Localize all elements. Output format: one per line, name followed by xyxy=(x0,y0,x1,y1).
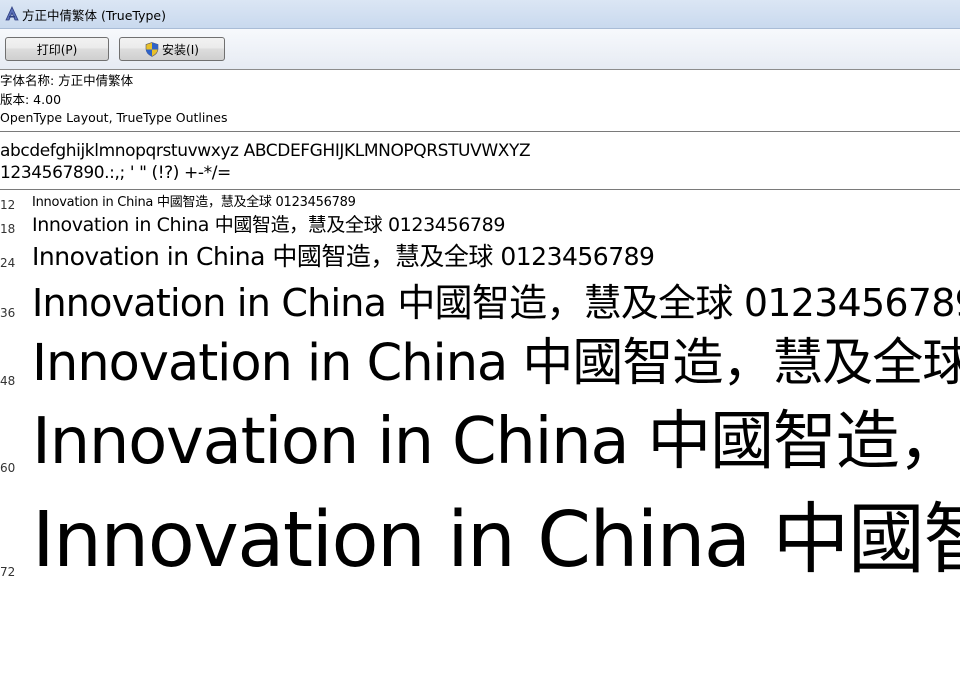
size-label: 48 xyxy=(0,374,16,388)
sample-row-24: 24 Innovation in China 中國智造，慧及全球 0123456… xyxy=(0,242,960,276)
sample-row-48: 48 Innovation in China 中國智造，慧及全球 0123456… xyxy=(0,334,960,396)
sample-text: Innovation in China 中國智造，慧及全球 0123456789 xyxy=(32,405,960,479)
title-bar: 方正中倩繁体 (TrueType) xyxy=(0,0,960,29)
sample-row-72: 72 Innovation in China 中國智造，慧及全球 0123456… xyxy=(0,494,960,590)
charset-digits-symbols: 1234567890.:,; ' " (!?) +-*/= xyxy=(0,163,231,183)
size-label: 72 xyxy=(0,565,16,579)
charset-letters: abcdefghijklmnopqrstuvwxyz ABCDEFGHIJKLM… xyxy=(0,141,531,161)
print-button[interactable]: 打印(P) xyxy=(5,37,109,61)
sample-row-12: 12 Innovation in China 中國智造，慧及全球 0123456… xyxy=(0,194,960,212)
install-button[interactable]: 安装(I) xyxy=(119,37,225,61)
size-label: 60 xyxy=(0,461,16,475)
print-button-label: 打印(P) xyxy=(36,42,78,57)
sample-row-18: 18 Innovation in China 中國智造，慧及全球 0123456… xyxy=(0,214,960,240)
sample-row-36: 36 Innovation in China 中國智造，慧及全球 0123456… xyxy=(0,280,960,328)
size-label: 36 xyxy=(0,306,16,320)
font-type-line: OpenType Layout, TrueType Outlines xyxy=(0,110,228,125)
sample-text: Innovation in China 中國智造，慧及全球 0123456789 xyxy=(32,496,960,585)
divider xyxy=(0,189,960,190)
sample-row-60: 60 Innovation in China 中國智造，慧及全球 0123456… xyxy=(0,404,960,484)
size-label: 18 xyxy=(0,222,16,236)
font-version-line: 版本: 4.00 xyxy=(0,91,62,107)
font-name-line: 字体名称: 方正中倩繁体 xyxy=(0,73,134,88)
toolbar: 打印(P) 安装(I) xyxy=(0,29,960,70)
size-label: 24 xyxy=(0,256,16,270)
size-label: 12 xyxy=(0,198,16,212)
sample-text: Innovation in China 中國智造，慧及全球 0123456789 xyxy=(32,334,960,393)
uac-shield-icon xyxy=(145,41,159,57)
font-info: 字体名称: 方正中倩繁体 版本: 4.00 OpenType Layout, T… xyxy=(0,72,960,128)
install-button-label: 安装(I) xyxy=(162,42,199,57)
sample-text: Innovation in China 中國智造，慧及全球 0123456789 xyxy=(32,214,506,236)
font-viewer-app-icon xyxy=(5,6,19,21)
divider xyxy=(0,131,960,132)
window-title: 方正中倩繁体 (TrueType) xyxy=(22,8,166,23)
sample-text: Innovation in China 中國智造，慧及全球 0123456789 xyxy=(32,242,655,271)
character-set-preview: abcdefghijklmnopqrstuvwxyz ABCDEFGHIJKLM… xyxy=(0,140,960,184)
sample-text: Innovation in China 中國智造，慧及全球 0123456789 xyxy=(32,281,960,325)
sample-text: Innovation in China 中國智造，慧及全球 0123456789 xyxy=(32,195,356,210)
